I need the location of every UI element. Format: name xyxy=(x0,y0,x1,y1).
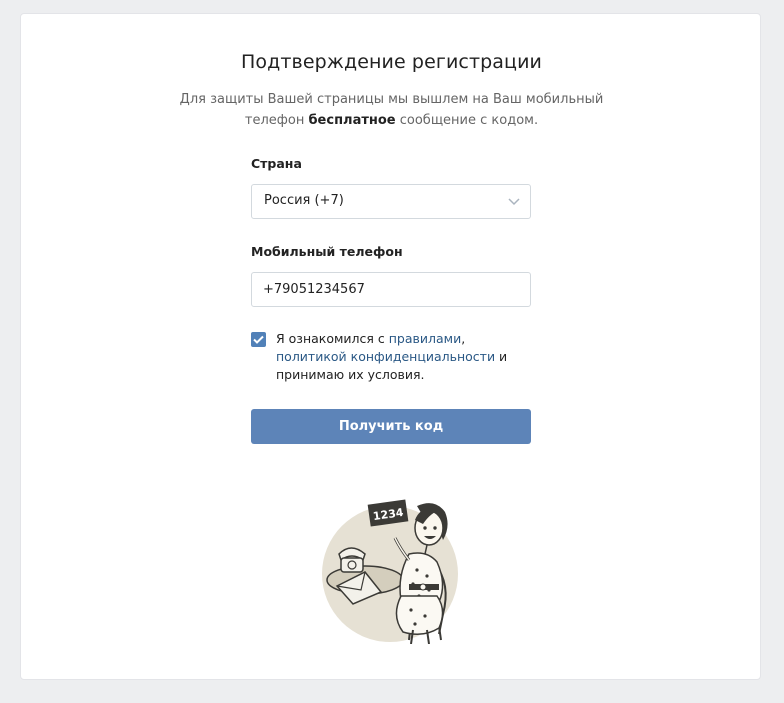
privacy-policy-link-part1[interactable]: политикой xyxy=(276,349,351,364)
agreement-text-2: , xyxy=(461,331,466,346)
page-title: Подтверждение регистрации xyxy=(241,51,542,73)
agreement-text-1: Я ознакомился с xyxy=(276,331,389,346)
woman-with-code-illustration: 1234 xyxy=(322,499,458,644)
chevron-down-icon xyxy=(508,198,520,206)
phone-input[interactable] xyxy=(251,272,531,307)
phone-label: Мобильный телефон xyxy=(251,244,403,259)
registration-card: Подтверждение регистрации Для защиты Ваш… xyxy=(20,13,761,680)
rules-link[interactable]: правилами xyxy=(389,331,461,346)
country-select[interactable]: Россия (+7) xyxy=(251,184,531,219)
agreement-checkbox[interactable] xyxy=(251,332,266,347)
get-code-button[interactable]: Получить код xyxy=(251,409,531,444)
checkmark-icon xyxy=(253,335,264,344)
agreement-text: Я ознакомился с правилами, политикой кон… xyxy=(276,330,536,384)
page-description: Для защиты Вашей страницы мы вышлем на В… xyxy=(171,89,612,131)
country-label: Страна xyxy=(251,156,302,171)
country-select-value: Россия (+7) xyxy=(264,193,344,208)
description-bold: бесплатное xyxy=(308,113,396,128)
privacy-policy-link-part2[interactable]: конфиденциальности xyxy=(351,349,495,364)
description-text-2: сообщение с кодом. xyxy=(395,113,539,128)
